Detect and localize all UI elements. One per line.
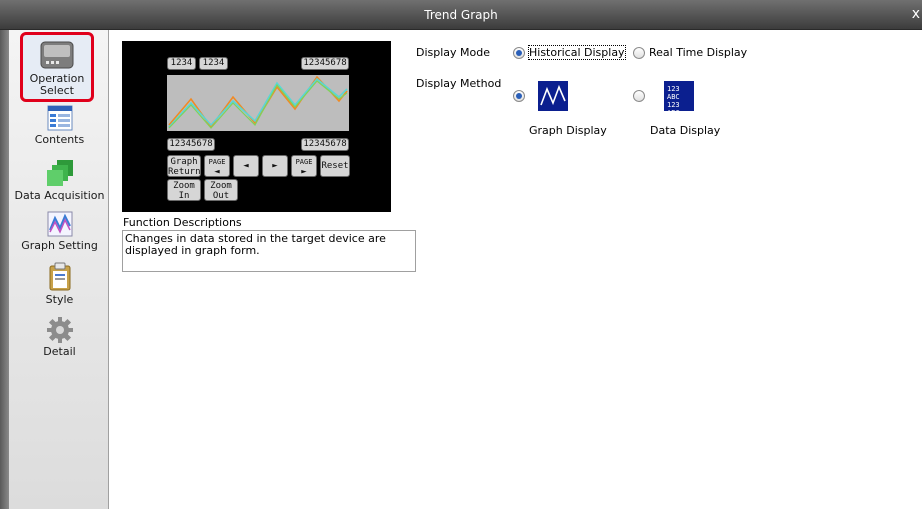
- preview-panel: 1234 1234 12345678 12345678 12345678 Gra…: [122, 41, 391, 212]
- real-time-display-label[interactable]: Real Time Display: [649, 46, 747, 59]
- graph-display-label: Graph Display: [529, 124, 607, 137]
- sidebar: Operation Select Contents Data Acquisiti…: [0, 30, 109, 509]
- function-descriptions-label: Function Descriptions: [123, 216, 242, 229]
- sidebar-item-label: Graph Setting: [21, 239, 98, 252]
- data-display-thumbnail[interactable]: 123 ABC 123 ABC: [664, 81, 694, 117]
- preview-bottom-label: 12345678: [167, 138, 215, 151]
- preview-top-label: 1234: [199, 57, 228, 70]
- data-thumb-line: 123 ABC: [667, 85, 680, 101]
- detail-icon: [46, 317, 73, 343]
- sidebar-item-operation-select[interactable]: Operation Select: [20, 32, 94, 102]
- window-title: Trend Graph: [424, 8, 498, 22]
- historical-display-label[interactable]: Historical Display: [528, 45, 626, 60]
- display-method-label: Display Method: [416, 77, 502, 90]
- operation-select-icon: [40, 41, 74, 69]
- sidebar-item-contents[interactable]: Contents: [10, 104, 109, 146]
- page-next-button[interactable]: PAGE ►: [291, 155, 317, 177]
- data-display-label: Data Display: [650, 124, 721, 137]
- graph-display-radio[interactable]: [513, 90, 525, 102]
- wave-graph-icon: [540, 84, 566, 106]
- display-mode-label: Display Mode: [416, 46, 491, 59]
- preview-graph-plot: [167, 75, 349, 131]
- historical-display-radio[interactable]: [513, 47, 525, 59]
- sidebar-item-label: Operation Select: [29, 72, 85, 97]
- preview-graph-lines: [168, 75, 348, 129]
- page-next-label: PAGE: [295, 158, 313, 166]
- data-display-radio[interactable]: [633, 90, 645, 102]
- prev-button[interactable]: ◄: [233, 155, 259, 177]
- style-icon: [49, 262, 70, 291]
- data-acquisition-icon: [46, 160, 73, 186]
- zoom-in-button[interactable]: Zoom In: [167, 179, 201, 201]
- sidebar-edge: [0, 30, 9, 509]
- sidebar-item-detail[interactable]: Detail: [10, 316, 109, 358]
- contents-icon: [47, 105, 72, 131]
- sidebar-item-label: Detail: [43, 345, 76, 358]
- preview-top-label: 1234: [167, 57, 196, 70]
- graph-return-button[interactable]: Graph Return: [167, 155, 201, 177]
- graph-display-thumbnail[interactable]: [538, 81, 568, 111]
- preview-top-label: 12345678: [301, 57, 349, 70]
- next-button[interactable]: ►: [262, 155, 288, 177]
- sidebar-item-data-acquisition[interactable]: Data Acquisition: [10, 158, 109, 202]
- zoom-out-button[interactable]: Zoom Out: [204, 179, 238, 201]
- triangle-left-icon: ◄: [214, 167, 220, 177]
- sidebar-item-graph-setting[interactable]: Graph Setting: [10, 210, 109, 252]
- title-bar: Trend Graph x: [0, 0, 922, 30]
- sidebar-item-label: Style: [45, 293, 74, 306]
- function-descriptions-box: Changes in data stored in the target dev…: [122, 230, 416, 272]
- sidebar-item-style[interactable]: Style: [10, 262, 109, 306]
- close-icon[interactable]: x: [912, 6, 920, 22]
- sidebar-item-label: Contents: [34, 133, 85, 146]
- graph-setting-icon: [47, 211, 72, 237]
- reset-button[interactable]: Reset: [320, 155, 350, 177]
- triangle-right-icon: ►: [301, 167, 307, 177]
- page-prev-label: PAGE: [208, 158, 226, 166]
- page-prev-button[interactable]: PAGE ◄: [204, 155, 230, 177]
- sidebar-item-label: Data Acquisition: [14, 189, 105, 202]
- data-thumb-line: 123 ABC: [667, 101, 680, 117]
- real-time-display-radio[interactable]: [633, 47, 645, 59]
- preview-bottom-label: 12345678: [301, 138, 349, 151]
